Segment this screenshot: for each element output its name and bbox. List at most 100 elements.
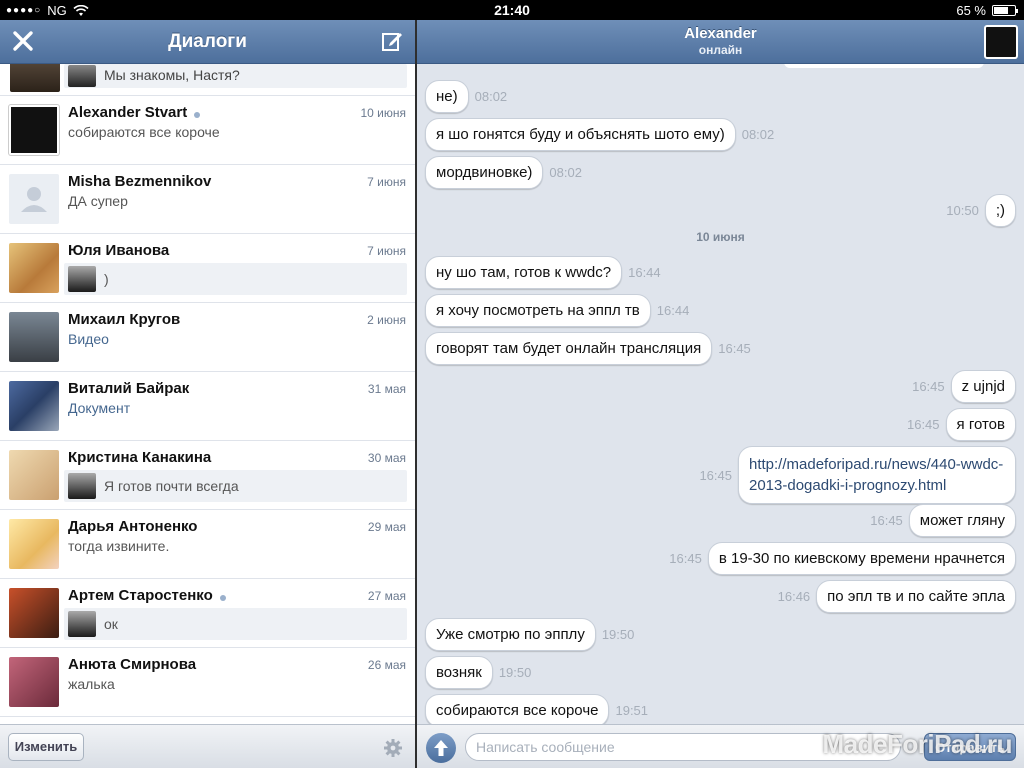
outgoing-message: 10:50;) [946,194,1016,227]
message-time: 16:45 [669,551,702,566]
status-bar: ●●●●○ NG 21:40 65 % [0,0,1024,20]
outgoing-message: 16:45 в 19-30 по киевскому времени нрачне… [669,542,1016,575]
dialog-name: Кристина Канакина [68,449,212,466]
message-bubble: Уже смотрю по эпплу [425,618,596,651]
dialog-item[interactable]: Кристина Канакина 30 мая Я готов почти все… [0,441,415,510]
dialog-preview: Мы знакомы, Настя? [104,67,240,83]
dialog-item-partial[interactable]: Мы знакомы, Настя? [0,64,415,96]
message-time: 16:45 [699,467,732,483]
dialog-date: 29 мая [367,520,406,534]
message-bubble: ;) [984,194,1016,227]
dialog-item[interactable]: Дарья Антоненко 29 мая тогда извините. [0,510,415,579]
compose-icon[interactable] [381,30,403,52]
battery-icon [992,5,1018,16]
incoming-message: я хочу посмотреть на эппл тв 16:44 [425,294,689,327]
dialog-item[interactable]: Анюта Смирнова 26 мая жалька [0,648,415,717]
incoming-message: мордвиновке) 08:02 [425,156,582,189]
message-bubble: говорят там будет онлайн трансляция [425,332,713,365]
dialogs-toolbar: Изменить [0,724,415,768]
message-bubble-partial [784,64,984,68]
dialog-preview: Я готов почти всегда [104,478,239,494]
outgoing-message: 16:45 может гляну [870,504,1016,537]
chat-status: онлайн [698,43,743,57]
dialog-date: 7 июня [367,244,406,258]
dialog-preview: ДА супер [68,193,128,209]
dialog-item[interactable]: Misha Bezmennikov 7 июня ДА супер [0,165,415,234]
default-user-icon [21,187,47,212]
dialog-item[interactable]: Виталий Байрак 31 мая Документ [0,372,415,441]
dialog-date: 7 июня [367,175,406,189]
dialog-name: Misha Bezmennikov [68,173,212,190]
message-link[interactable]: http://madeforipad.ru/news/440-wwdc-2013… [738,446,1016,504]
avatar [10,64,60,92]
incoming-message: я шо гонятся буду и объяснять шото ему) 0… [425,118,774,151]
avatar [9,381,59,431]
message-time: 08:02 [474,89,508,104]
message-bubble: я хочу посмотреть на эппл тв [425,294,651,327]
message-bubble: ну шо там, готов к wwdc? [425,256,623,289]
message-time: 16:45 [912,379,945,394]
dialog-item[interactable]: Артем Старостенко 27 мая ок [0,579,415,648]
dialog-name: Дарья Антоненко [68,518,198,535]
incoming-message: ну шо там, готов к wwdc? 16:44 [425,256,661,289]
incoming-message: Уже смотрю по эпплу 19:50 [425,618,634,651]
watermark: MadeForiPad.ru [822,729,1013,759]
dialogs-panel: Диалоги Мы знакомы, Настя? Alexander Stv… [0,20,415,768]
my-avatar [68,266,96,292]
contact-avatar[interactable] [984,25,1018,59]
dialog-preview: Видео [68,331,109,347]
dialog-name: Анюта Смирнова [68,656,197,673]
dialog-preview: ок [104,616,118,632]
incoming-message: собираются все короче 19:51 [425,694,648,724]
preview-background [64,263,407,295]
message-bubble: в 19-30 по киевскому времени нрачнется [707,542,1016,575]
chat-messages[interactable]: 10 июня не) 08:02 я шо гонятся буду и объя… [417,64,1024,724]
dialog-date: 27 мая [367,589,406,603]
dialog-name: Артем Старостенко [68,587,213,604]
message-time: 08:02 [549,165,582,180]
dialog-preview: собираются все короче [68,124,220,140]
dialog-item[interactable]: Alexander Stvart 10 июня собираются все ко… [0,96,415,165]
message-bubble: я готов [945,408,1016,441]
message-bubble: я шо гонятся буду и объяснять шото ему) [425,118,736,151]
gear-icon[interactable] [383,738,403,758]
incoming-message: возняк 19:50 [425,656,531,689]
my-avatar [68,611,96,637]
dialog-name: Юля Иванова [68,242,170,259]
chat-title: Alexander [684,25,757,42]
message-time: 19:50 [601,627,635,642]
message-time: 08:02 [741,127,775,142]
dialog-item[interactable]: Юля Иванова 7 июня) [0,234,415,303]
status-right: 65 % [956,3,1018,18]
battery-percent: 65 % [956,3,986,18]
dialog-item[interactable]: Михаил Кругов 2 июня Видео [0,303,415,372]
avatar [9,105,59,155]
edit-button[interactable]: Изменить [8,733,84,761]
dialog-preview: тогда извините. [68,538,170,554]
avatar [9,312,59,362]
status-time: 21:40 [494,2,530,18]
online-indicator [194,112,200,118]
avatar [9,519,59,569]
outgoing-message: 16:45 http://madeforipad.ru/news/440-wwdc… [699,446,1016,504]
incoming-message: не) 08:02 [425,80,507,113]
message-time: 10:50 [946,203,979,218]
dialogs-title: Диалоги [168,31,247,52]
dialog-date: 26 мая [367,658,406,672]
dialog-name: Alexander Stvart [68,104,188,121]
avatar [9,588,59,638]
attach-icon[interactable] [426,733,456,763]
dialogs-header: Диалоги [0,20,415,64]
message-time: 19:51 [615,703,649,718]
outgoing-message: 16:45 z ujnjd [912,370,1016,403]
my-avatar [68,65,96,87]
incoming-message: говорят там будет онлайн трансляция 16:45 [425,332,751,365]
dialog-name: Виталий Байрак [68,380,190,397]
dialog-preview: ) [104,271,109,287]
dialog-preview: жалька [68,676,115,692]
dialog-date: 31 мая [367,382,406,396]
message-time: 16:44 [628,265,661,280]
avatar [9,657,59,707]
message-time: 16:45 [870,513,903,528]
message-bubble: собираются все короче [425,694,610,724]
